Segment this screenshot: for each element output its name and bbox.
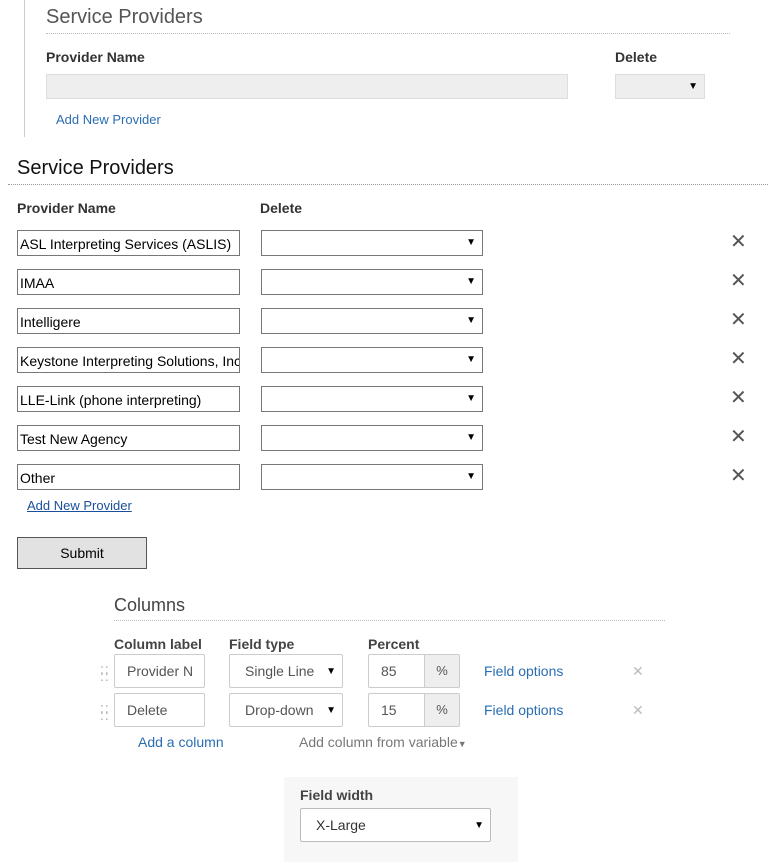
caret-down-icon: ▼ (466, 432, 476, 443)
section1-delete-header: Delete (615, 49, 658, 65)
add-column-from-variable-dropdown[interactable]: Add column from variable▼ (299, 734, 467, 750)
provider-name-input[interactable]: Intelligere (17, 308, 240, 334)
caret-down-icon: ▼ (326, 666, 336, 677)
close-icon[interactable]: ✕ (730, 349, 747, 369)
provider-name-input[interactable]: Other (17, 464, 240, 490)
caret-down-icon: ▼ (466, 276, 476, 287)
close-icon[interactable]: ✕ (730, 310, 747, 330)
field-type-select[interactable]: Drop-down ▼ (229, 693, 343, 727)
percent-header: Percent (368, 636, 420, 652)
section1-divider (46, 33, 730, 34)
drag-handle-icon[interactable]: ⁚⁚ ⁚⁚ (100, 665, 110, 686)
column-label-input[interactable]: Provider N (114, 654, 205, 688)
close-icon[interactable]: ✕ (730, 271, 747, 291)
provider-name-input[interactable]: LLE-Link (phone interpreting) (17, 386, 240, 412)
provider-delete-select[interactable]: ▼ (261, 425, 483, 451)
close-icon[interactable]: ✕ (730, 232, 747, 252)
caret-down-icon: ▼ (466, 237, 476, 248)
column-label-input[interactable]: Delete (114, 693, 205, 727)
field-type-header: Field type (229, 636, 295, 652)
columns-title: Columns (114, 595, 186, 615)
close-icon[interactable]: ✕ (730, 427, 747, 447)
caret-down-icon: ▼ (466, 315, 476, 326)
field-options-link[interactable]: Field options (484, 663, 563, 679)
provider-name-input[interactable]: Keystone Interpreting Solutions, Inc (17, 347, 240, 373)
section2-add-provider-link[interactable]: Add New Provider (27, 498, 132, 513)
percent-input[interactable]: 85 (368, 654, 424, 688)
caret-down-icon: ▼ (466, 393, 476, 404)
section2-divider (8, 184, 768, 185)
provider-name-input[interactable]: IMAA (17, 269, 240, 295)
provider-delete-select[interactable]: ▼ (261, 308, 483, 334)
percent-addon: % (424, 693, 460, 727)
caret-down-icon: ▼ (688, 81, 698, 92)
section-left-border (24, 0, 25, 137)
section1-delete-select[interactable]: ▼ (615, 74, 705, 99)
column-label-header: Column label (114, 636, 202, 652)
provider-delete-select[interactable]: ▼ (261, 269, 483, 295)
provider-delete-select[interactable]: ▼ (261, 464, 483, 490)
provider-delete-select[interactable]: ▼ (261, 347, 483, 373)
close-icon[interactable]: ✕ (632, 663, 644, 680)
section2-delete-header: Delete (260, 200, 303, 216)
drag-handle-icon[interactable]: ⁚⁚ ⁚⁚ (100, 704, 110, 725)
close-icon[interactable]: ✕ (730, 466, 747, 486)
field-width-label: Field width (300, 787, 374, 803)
caret-down-icon: ▼ (466, 354, 476, 365)
field-type-select[interactable]: Single Line ▼ (229, 654, 343, 688)
section1-title: Service Providers (46, 6, 203, 28)
caret-down-icon: ▼ (474, 820, 484, 831)
percent-addon: % (424, 654, 460, 688)
provider-delete-select[interactable]: ▼ (261, 386, 483, 412)
section1-provider-header: Provider Name (46, 49, 145, 65)
columns-divider (114, 620, 665, 621)
provider-name-input[interactable]: Test New Agency (17, 425, 240, 451)
section2-provider-header: Provider Name (17, 200, 116, 216)
submit-button[interactable]: Submit (17, 537, 147, 569)
caret-down-icon: ▼ (466, 471, 476, 482)
provider-name-input[interactable]: ASL Interpreting Services (ASLIS) (17, 230, 240, 256)
percent-input[interactable]: 15 (368, 693, 424, 727)
section1-add-provider-link[interactable]: Add New Provider (56, 112, 161, 127)
section2-title: Service Providers (17, 157, 174, 179)
provider-delete-select[interactable]: ▼ (261, 230, 483, 256)
close-icon[interactable]: ✕ (730, 388, 747, 408)
field-options-link[interactable]: Field options (484, 702, 563, 718)
section1-provider-input[interactable] (46, 74, 568, 99)
caret-down-icon: ▼ (326, 705, 336, 716)
caret-down-icon: ▼ (457, 739, 467, 749)
close-icon[interactable]: ✕ (632, 702, 644, 719)
field-width-select[interactable]: X-Large ▼ (300, 808, 491, 842)
add-column-link[interactable]: Add a column (138, 734, 224, 750)
